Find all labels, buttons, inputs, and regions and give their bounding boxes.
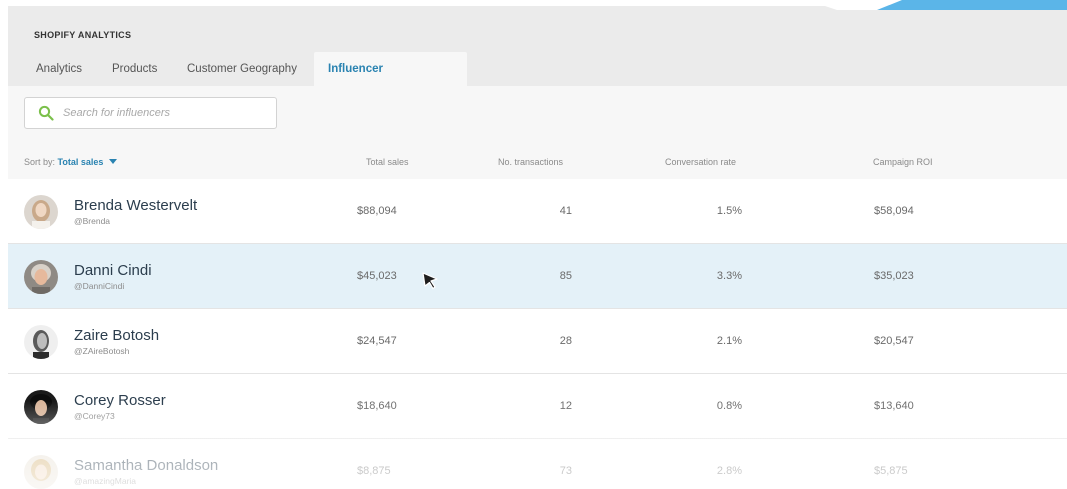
sort-control: Sort by: Total sales [24,157,118,167]
influencer-name[interactable]: Samantha Donaldson [74,457,218,474]
caret-down-icon [109,159,118,164]
influencer-handle: @Brenda [74,216,111,226]
influencer-name[interactable]: Corey Rosser [74,392,166,409]
transactions-value: 41 [559,205,572,217]
tab-customer-geography[interactable]: Customer Geography [173,52,311,86]
conversation-rate-value: 2.8% [716,465,742,477]
avatar [24,260,58,294]
influencer-handle: @ZAireBotosh [74,346,130,356]
column-header-transactions[interactable]: No. transactions [498,157,563,167]
tab-analytics[interactable]: Analytics [22,52,96,86]
search-icon [38,105,54,121]
campaign-roi-value: $13,640 [874,400,914,412]
toolbar: Sort by: Total sales Total sales No. tra… [8,86,1067,179]
analytics-app: SHOPIFY ANALYTICS Analytics Products Cus… [8,6,1067,489]
avatar [24,390,58,424]
tab-influencer-performance[interactable]: Influencer Performance [314,52,467,109]
influencer-row[interactable]: Samantha Donaldson @amazingMaria $8,875 … [8,439,1067,489]
influencer-name[interactable]: Danni Cindi [74,262,152,279]
transactions-value: 12 [559,400,572,412]
influencer-handle: @amazingMaria [74,476,137,486]
campaign-roi-value: $5,875 [874,465,908,477]
transactions-value: 85 [559,270,572,282]
column-header-campaign-roi[interactable]: Campaign ROI [873,157,933,167]
total-sales-value: $8,875 [357,465,391,477]
influencer-handle: @Corey73 [74,411,115,421]
sort-dropdown[interactable]: Total sales [58,157,118,167]
column-header-total-sales[interactable]: Total sales [366,157,409,167]
influencer-row[interactable]: Zaire Botosh @ZAireBotosh $24,547 28 2.1… [8,309,1067,374]
conversation-rate-value: 3.3% [716,270,742,282]
transactions-value: 28 [559,335,572,347]
conversation-rate-value: 2.1% [716,335,742,347]
search-box[interactable] [24,97,277,129]
campaign-roi-value: $35,023 [874,270,914,282]
avatar [24,325,58,359]
influencer-name[interactable]: Zaire Botosh [74,327,159,344]
transactions-value: 73 [559,465,572,477]
conversation-rate-value: 0.8% [716,400,742,412]
app-title: SHOPIFY ANALYTICS [34,30,132,40]
sort-label: Sort by: [24,157,56,167]
influencer-name[interactable]: Brenda Westervelt [74,197,197,214]
campaign-roi-value: $20,547 [874,335,914,347]
corner-decoration [807,0,1067,10]
tab-products[interactable]: Products [98,52,171,86]
campaign-roi-value: $58,094 [874,205,914,217]
search-input[interactable] [63,98,268,128]
column-header-conversation-rate[interactable]: Conversation rate [665,157,736,167]
avatar [24,455,58,489]
total-sales-value: $18,640 [357,400,397,412]
influencer-row[interactable]: Brenda Westervelt @Brenda $88,094 41 1.5… [8,179,1067,244]
conversation-rate-value: 1.5% [716,205,742,217]
app-header: SHOPIFY ANALYTICS Analytics Products Cus… [8,6,1067,109]
influencer-handle: @DanniCindi [74,281,125,291]
total-sales-value: $24,547 [357,335,397,347]
influencer-row[interactable]: Corey Rosser @Corey73 $18,640 12 0.8% $1… [8,374,1067,439]
total-sales-value: $88,094 [357,205,397,217]
sort-value: Total sales [57,157,104,167]
influencer-row[interactable]: Danni Cindi @DanniCindi $45,023 85 3.3% … [8,244,1067,309]
avatar [24,195,58,229]
influencer-list: Brenda Westervelt @Brenda $88,094 41 1.5… [8,179,1067,489]
mouse-pointer-icon [422,272,438,290]
total-sales-value: $45,023 [357,270,397,282]
